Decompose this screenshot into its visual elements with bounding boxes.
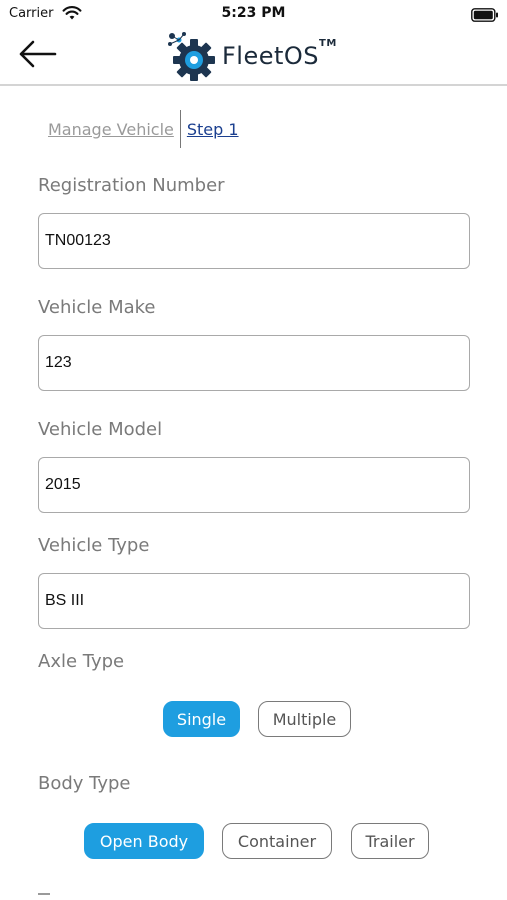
nav-bar: FleetOSTM: [0, 28, 507, 86]
vehicle-model-input[interactable]: [38, 457, 470, 513]
vehicle-model-label: Vehicle Model: [38, 419, 163, 440]
axle-option-single[interactable]: Single: [163, 701, 240, 737]
breadcrumb: Manage Vehicle Step 1: [48, 110, 239, 148]
back-button[interactable]: [14, 36, 60, 76]
axle-option-multiple[interactable]: Multiple: [258, 701, 351, 737]
battery-icon: [471, 7, 499, 26]
breadcrumb-divider: [179, 110, 181, 148]
clock-label: 5:23 PM: [221, 5, 286, 21]
registration-label: Registration Number: [38, 175, 225, 196]
vehicle-make-input[interactable]: [38, 335, 470, 391]
body-type-label: Body Type: [38, 773, 131, 794]
breadcrumb-manage-vehicle[interactable]: Manage Vehicle: [48, 120, 174, 139]
registration-input[interactable]: [38, 213, 470, 269]
next-field-label-partial: [38, 893, 50, 895]
vehicle-make-label: Vehicle Make: [38, 297, 156, 318]
arrow-left-icon: [17, 39, 57, 73]
gear-logo-icon: [164, 30, 220, 82]
body-option-open-body[interactable]: Open Body: [84, 823, 204, 859]
breadcrumb-step[interactable]: Step 1: [187, 120, 239, 139]
app-logo: FleetOSTM: [164, 30, 337, 82]
vehicle-type-input[interactable]: [38, 573, 470, 629]
trademark-mark: TM: [319, 38, 337, 49]
body-option-container[interactable]: Container: [222, 823, 332, 859]
logo-text: FleetOSTM: [222, 38, 337, 70]
axle-type-label: Axle Type: [38, 651, 125, 672]
vehicle-type-label: Vehicle Type: [38, 535, 150, 556]
body-option-trailer[interactable]: Trailer: [351, 823, 429, 859]
status-bar: Carrier 5:23 PM: [0, 0, 507, 28]
